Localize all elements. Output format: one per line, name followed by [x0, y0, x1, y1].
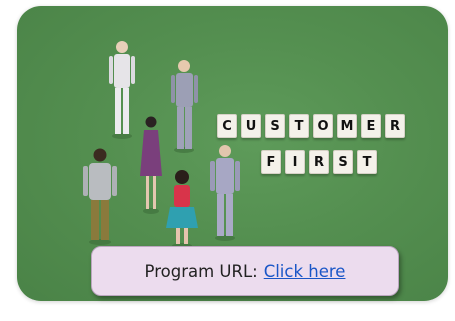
figurine-man-bluegrey-suit	[210, 145, 240, 241]
figurine-woman-purple-dress	[140, 116, 162, 214]
letter-tile: S	[333, 150, 353, 174]
figurine-man-grey-suit	[171, 60, 198, 153]
letter-tile: T	[357, 150, 377, 174]
letter-tile: C	[217, 114, 237, 138]
figurine-girl-red-top	[166, 170, 198, 249]
letter-tile: M	[337, 114, 357, 138]
letter-tile: R	[309, 150, 329, 174]
letter-tile: F	[261, 150, 281, 174]
click-here-link[interactable]: Click here	[264, 262, 346, 281]
letter-tile: S	[265, 114, 285, 138]
letter-tile: I	[285, 150, 305, 174]
letter-tile: T	[289, 114, 309, 138]
letter-tile: U	[241, 114, 261, 138]
letter-tile: E	[361, 114, 381, 138]
letter-tile: O	[313, 114, 333, 138]
tile-row-customer: C U S T O M E R	[217, 114, 405, 138]
program-url-label: Program URL:	[144, 261, 258, 281]
program-url-box: Program URL: Click here	[91, 246, 399, 296]
figurine-man-light-suit	[109, 41, 135, 139]
slide-canvas: C U S T O M E R F I R S T Program URL: C…	[0, 0, 455, 321]
letter-tile: R	[385, 114, 405, 138]
tile-row-first: F I R S T	[261, 150, 377, 174]
figurine-man-olive-trousers	[83, 148, 117, 245]
